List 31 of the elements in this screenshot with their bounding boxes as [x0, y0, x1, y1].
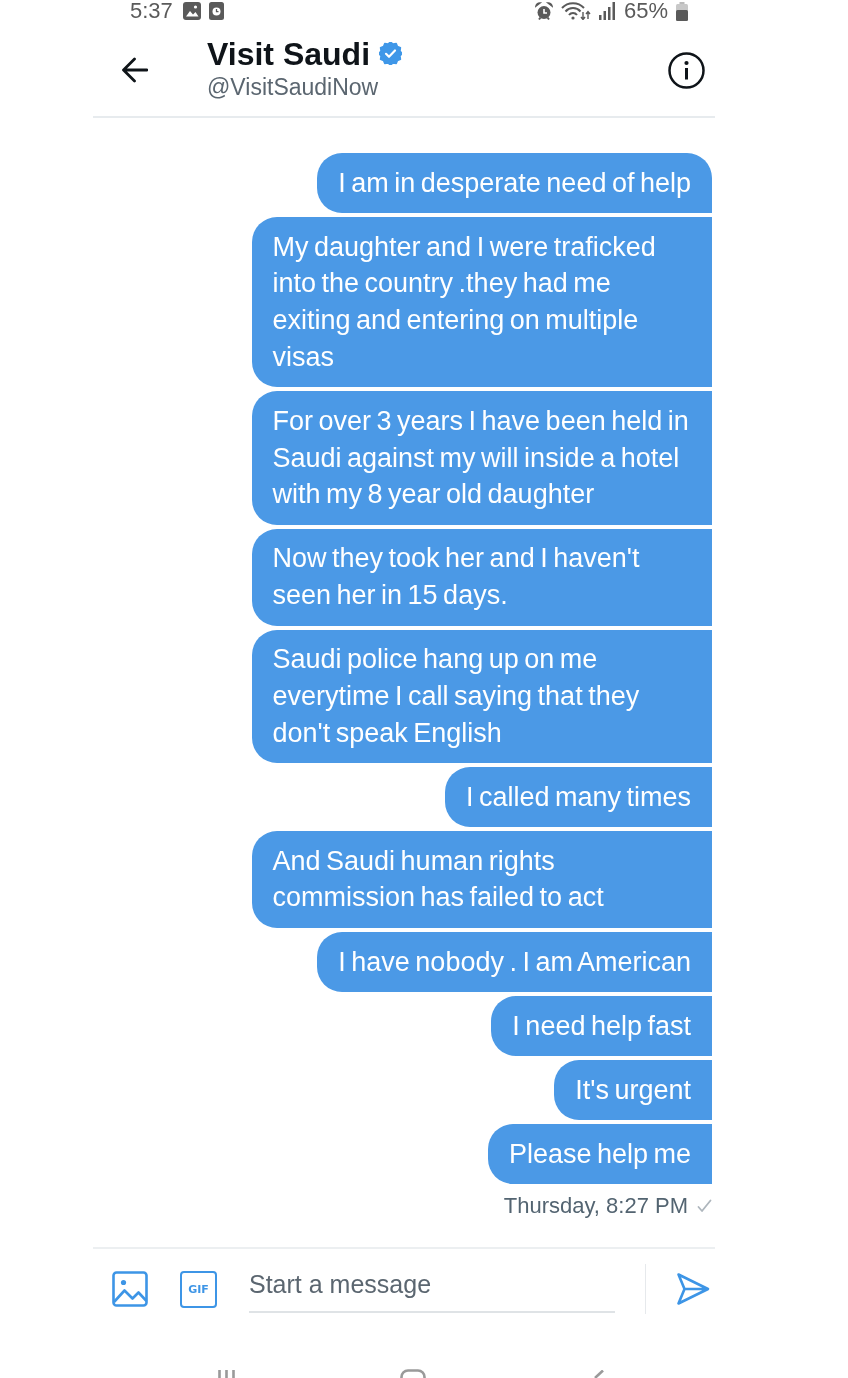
contact-handle: @VisitSaudiNow	[207, 73, 380, 101]
image-icon[interactable]	[112, 1271, 148, 1308]
message-bubble: Please help me	[487, 1124, 712, 1185]
message-bubble: It's urgent	[554, 1060, 712, 1121]
message-timestamp: Thursday, 8:27 PM	[503, 1193, 688, 1220]
contact-name: Visit Saudi	[207, 35, 370, 73]
message-bubble: I have nobody . I am American	[317, 931, 712, 992]
info-icon[interactable]	[668, 51, 705, 89]
alarm-clock-icon	[534, 1, 553, 21]
back-arrow-icon[interactable]	[121, 57, 148, 83]
message-bubble: My daughter and I were traficked into the country .they had me exiting and entering on multiple visas	[251, 217, 712, 388]
signal-icon	[598, 2, 616, 20]
send-icon[interactable]	[676, 1272, 710, 1307]
message-bubble: Now they took her and I haven't seen her in 15 days.	[251, 528, 712, 626]
gallery-icon	[182, 2, 201, 20]
message-input[interactable]: Start a message	[249, 1265, 615, 1314]
three-bars-icon[interactable]	[218, 1370, 235, 1378]
message-bubble: For over 3 years I have been held in Saudi against my will inside a hotel with my 8 year old daughter	[251, 391, 712, 525]
clock-icon	[208, 2, 224, 20]
message-bubble: Saudi police hang up on me everytime I call saying that they don't speak English	[251, 629, 712, 763]
battery-icon	[676, 1, 688, 21]
status-time: 5:37	[130, 0, 173, 22]
message-bubble: I am in desperate need of help	[317, 153, 712, 214]
wifi-icon	[560, 2, 591, 20]
gif-button[interactable]: GIF	[180, 1270, 217, 1308]
message-bubble: I need help fast	[491, 995, 712, 1057]
chevron-icon[interactable]	[593, 1370, 604, 1378]
check-icon	[697, 1199, 712, 1214]
message-bubble: And Saudi human rights commission has failed to act	[251, 831, 712, 928]
battery-percent: 65%	[623, 0, 668, 22]
message-bubble: I called many times	[444, 767, 712, 828]
